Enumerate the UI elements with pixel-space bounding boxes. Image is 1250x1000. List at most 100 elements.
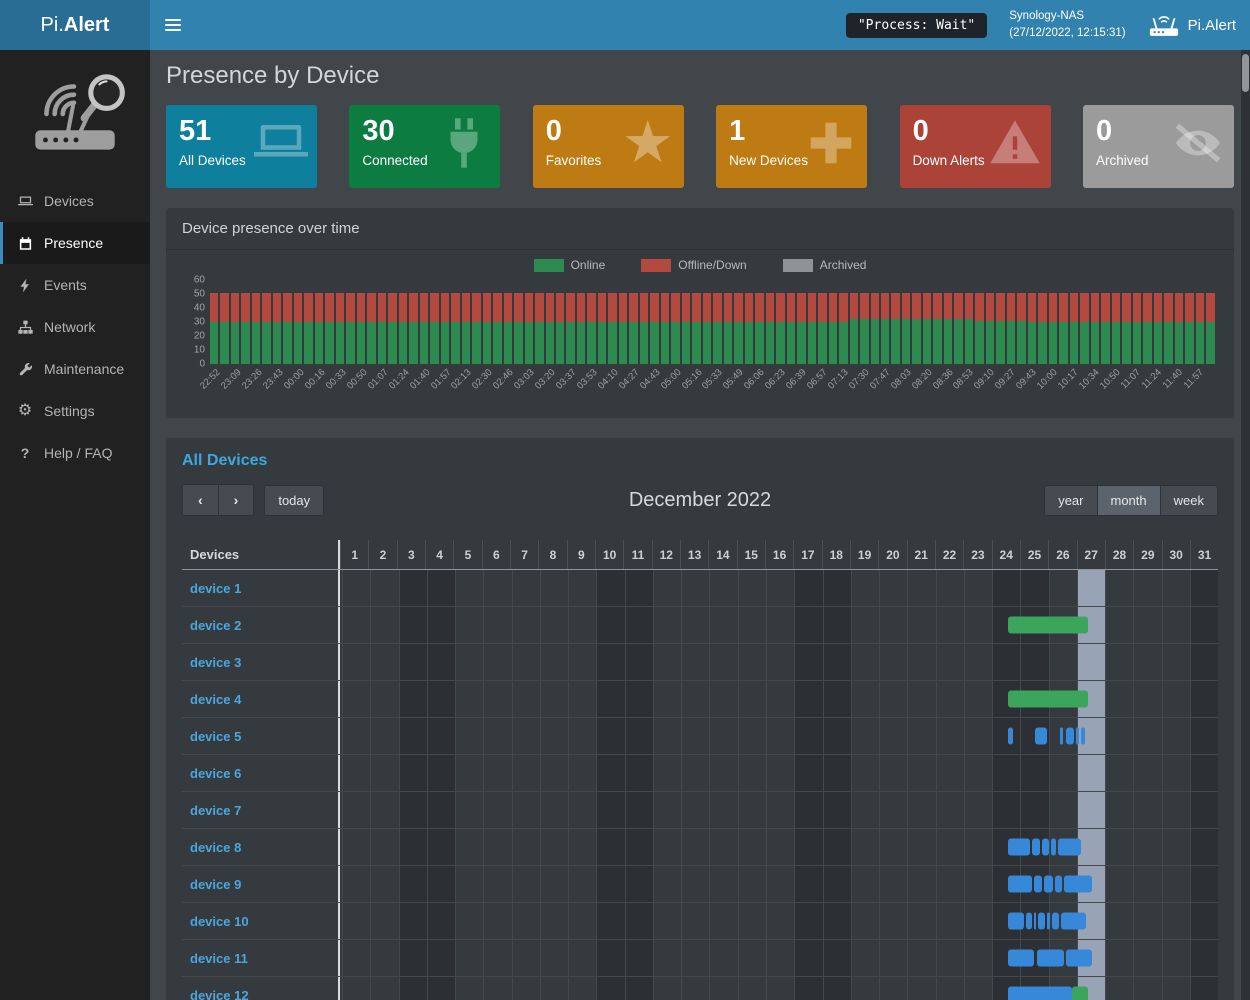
presence-event-bar[interactable] bbox=[1066, 950, 1091, 967]
presence-event-bar[interactable] bbox=[1066, 728, 1074, 745]
device-link[interactable]: device 9 bbox=[182, 866, 340, 902]
day-header: 19 bbox=[850, 540, 878, 569]
presence-event-bar[interactable] bbox=[1058, 839, 1082, 856]
presence-event-bar[interactable] bbox=[1051, 839, 1056, 856]
x-tick-label: 06:06 bbox=[742, 367, 767, 392]
presence-event-bar[interactable] bbox=[1008, 876, 1032, 893]
device-link[interactable]: device 3 bbox=[182, 644, 340, 680]
sidebar-item-events[interactable]: Events bbox=[0, 264, 150, 306]
presence-event-bar[interactable] bbox=[1035, 728, 1046, 745]
chart-y-axis: 6050403020100 bbox=[186, 280, 210, 364]
presence-event-bar[interactable] bbox=[1037, 950, 1063, 967]
sidebar-item-label: Network bbox=[44, 319, 95, 335]
presence-event-bar[interactable] bbox=[1042, 839, 1049, 856]
presence-event-bar[interactable] bbox=[1061, 913, 1086, 930]
info-box-new-devices[interactable]: 1New Devices bbox=[716, 105, 867, 188]
device-link[interactable]: device 4 bbox=[182, 681, 340, 717]
chart-bar bbox=[734, 293, 742, 364]
device-link[interactable]: device 11 bbox=[182, 940, 340, 976]
day-header: 6 bbox=[482, 540, 510, 569]
chart-bar bbox=[378, 293, 386, 364]
sidebar-item-devices[interactable]: Devices bbox=[0, 180, 150, 222]
chart-bar bbox=[629, 293, 637, 364]
x-tick-label: 05:33 bbox=[700, 367, 725, 392]
device-row: device 1 bbox=[182, 570, 1218, 607]
view-month-button[interactable]: month bbox=[1098, 485, 1161, 516]
info-box-all-devices[interactable]: 51All Devices bbox=[166, 105, 317, 188]
sidebar-toggle-button[interactable] bbox=[150, 0, 196, 50]
presence-event-bar[interactable] bbox=[1034, 913, 1037, 930]
presence-event-bar[interactable] bbox=[1052, 913, 1059, 930]
gantt-header: Devices123456789101112131415161718192021… bbox=[182, 540, 1218, 570]
chart-bar bbox=[1007, 293, 1015, 364]
device-track bbox=[340, 718, 1218, 754]
chart-bar bbox=[650, 293, 658, 364]
day-header: 25 bbox=[1020, 540, 1048, 569]
today-button[interactable]: today bbox=[264, 485, 324, 516]
view-week-button[interactable]: week bbox=[1161, 485, 1218, 516]
presence-event-bar[interactable] bbox=[1072, 987, 1088, 1000]
gear-icon: ⚙ bbox=[16, 403, 34, 419]
device-link[interactable]: device 5 bbox=[182, 718, 340, 754]
presence-event-bar[interactable] bbox=[1032, 839, 1040, 856]
presence-gantt: Devices123456789101112131415161718192021… bbox=[182, 540, 1218, 1000]
day-header: 27 bbox=[1077, 540, 1105, 569]
device-link[interactable]: device 12 bbox=[182, 977, 340, 1000]
scrollbar-thumb[interactable] bbox=[1242, 54, 1249, 92]
info-box-connected[interactable]: 30Connected bbox=[349, 105, 500, 188]
x-tick-label: 07:47 bbox=[868, 367, 893, 392]
navbar-brand[interactable]: Pi.Alert bbox=[1148, 13, 1236, 38]
presence-event-bar[interactable] bbox=[1008, 691, 1088, 708]
presence-event-bar[interactable] bbox=[1008, 987, 1072, 1000]
chart-bar bbox=[703, 293, 711, 364]
presence-event-bar[interactable] bbox=[1064, 876, 1092, 893]
host-timestamp: (27/12/2022, 12:15:31) bbox=[1009, 25, 1125, 42]
view-year-button[interactable]: year bbox=[1044, 485, 1097, 516]
presence-event-bar[interactable] bbox=[1008, 913, 1024, 930]
sidebar-item-presence[interactable]: Presence bbox=[0, 222, 150, 264]
page-scrollbar[interactable] bbox=[1241, 50, 1250, 1000]
presence-event-bar[interactable] bbox=[1076, 728, 1079, 745]
chart-bar bbox=[1175, 293, 1183, 364]
presence-event-bar[interactable] bbox=[1081, 728, 1085, 745]
presence-event-bar[interactable] bbox=[1060, 728, 1063, 745]
app-logo[interactable]: Pi.Alert bbox=[0, 0, 150, 50]
presence-event-bar[interactable] bbox=[1008, 728, 1013, 745]
chart-bar bbox=[493, 293, 501, 364]
sidebar-item-network[interactable]: Network bbox=[0, 306, 150, 348]
device-link[interactable]: device 1 bbox=[182, 570, 340, 606]
chart-bar bbox=[933, 293, 941, 364]
presence-event-bar[interactable] bbox=[1034, 876, 1042, 893]
device-link[interactable]: device 7 bbox=[182, 792, 340, 828]
device-link[interactable]: device 10 bbox=[182, 903, 340, 939]
info-box-down-alerts[interactable]: 0Down Alerts bbox=[900, 105, 1051, 188]
presence-event-bar[interactable] bbox=[1008, 617, 1088, 634]
device-link[interactable]: device 2 bbox=[182, 607, 340, 643]
presence-event-bar[interactable] bbox=[1038, 913, 1045, 930]
presence-chart: OnlineOffline/DownArchived 6050403020100… bbox=[166, 250, 1234, 418]
presence-event-bar[interactable] bbox=[1047, 913, 1051, 930]
chart-bar bbox=[881, 293, 889, 364]
device-row: device 4 bbox=[182, 681, 1218, 718]
presence-event-bar[interactable] bbox=[1026, 913, 1032, 930]
presence-event-bar[interactable] bbox=[1008, 839, 1029, 856]
sidebar-item-help-faq[interactable]: ?Help / FAQ bbox=[0, 432, 150, 474]
next-button[interactable]: › bbox=[219, 484, 255, 516]
chart-bar bbox=[640, 293, 648, 364]
chart-bar bbox=[619, 293, 627, 364]
chart-bar bbox=[682, 293, 690, 364]
device-link[interactable]: device 6 bbox=[182, 755, 340, 791]
info-box-favorites[interactable]: 0Favorites★ bbox=[533, 105, 684, 188]
x-tick-label: 01:57 bbox=[428, 367, 453, 392]
sidebar-item-maintenance[interactable]: Maintenance bbox=[0, 348, 150, 390]
device-link[interactable]: device 8 bbox=[182, 829, 340, 865]
device-row: device 2 bbox=[182, 607, 1218, 644]
sidebar-item-settings[interactable]: ⚙Settings bbox=[0, 390, 150, 432]
chart-bar bbox=[787, 293, 795, 364]
prev-button[interactable]: ‹ bbox=[182, 484, 219, 516]
presence-event-bar[interactable] bbox=[1008, 950, 1034, 967]
info-box-archived[interactable]: 0Archived bbox=[1083, 105, 1234, 188]
presence-event-bar[interactable] bbox=[1044, 876, 1052, 893]
host-name: Synology-NAS bbox=[1009, 8, 1125, 25]
presence-event-bar[interactable] bbox=[1055, 876, 1062, 893]
